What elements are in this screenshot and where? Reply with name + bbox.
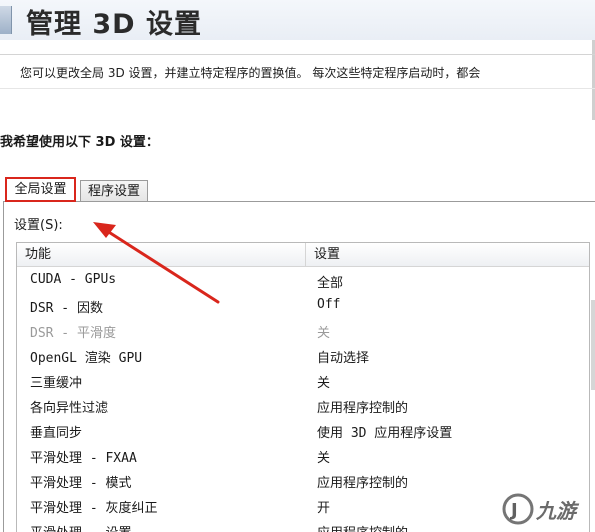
- table-scrollbar[interactable]: [591, 300, 595, 390]
- feature-cell: 平滑处理 - 灰度纠正: [30, 501, 158, 516]
- setting-cell[interactable]: Off: [317, 297, 340, 312]
- table-row[interactable]: 各向异性过滤 应用程序控制的: [17, 393, 589, 418]
- page-title: 管理 3D 设置: [26, 9, 202, 40]
- feature-cell: 三重缓冲: [30, 376, 83, 391]
- table-header: 功能 设置: [17, 243, 589, 267]
- feature-cell: 平滑处理 - 模式: [30, 476, 132, 491]
- tab-global-settings[interactable]: 全局设置: [5, 177, 76, 202]
- setting-cell[interactable]: 应用程序控制的: [317, 522, 408, 532]
- feature-cell: DSR - 因数: [30, 301, 103, 316]
- page-description: 您可以更改全局 3D 设置，并建立特定程序的置换值。 每次这些特定程序启动时，都…: [20, 66, 481, 80]
- table-row[interactable]: 平滑处理 - FXAA 关: [17, 443, 589, 468]
- feature-cell: 平滑处理 - 设置: [30, 522, 131, 532]
- setting-cell[interactable]: 全部: [317, 272, 343, 291]
- feature-cell: 各向异性过滤: [30, 401, 109, 416]
- watermark-text: 九游: [536, 499, 576, 523]
- nvidia-panel-icon: [0, 6, 12, 34]
- setting-cell[interactable]: 使用 3D 应用程序设置: [317, 422, 452, 441]
- header-divider: [0, 54, 595, 55]
- setting-cell: 关: [317, 326, 331, 341]
- setting-cell[interactable]: 自动选择: [317, 347, 369, 366]
- description-divider: [0, 88, 595, 89]
- feature-cell: DSR - 平滑度: [30, 326, 116, 341]
- tab-program-settings[interactable]: 程序设置: [80, 180, 148, 202]
- watermark-logo-icon: J 九游: [500, 485, 595, 532]
- setting-cell[interactable]: 应用程序控制的: [317, 397, 408, 416]
- table-row[interactable]: 三重缓冲 关: [17, 368, 589, 393]
- column-header-feature[interactable]: 功能: [17, 243, 306, 267]
- feature-cell: 垂直同步: [30, 426, 83, 441]
- feature-cell: 平滑处理 - FXAA: [30, 451, 137, 466]
- table-row: DSR - 平滑度 关: [17, 318, 589, 343]
- setting-cell[interactable]: 关: [317, 372, 330, 391]
- setting-cell[interactable]: 关: [317, 447, 330, 466]
- svg-text:J: J: [509, 500, 518, 521]
- table-row[interactable]: DSR - 因数 Off: [17, 293, 589, 318]
- header-band: 管理 3D 设置: [0, 0, 595, 40]
- table-row[interactable]: CUDA - GPUs 全部: [17, 268, 589, 293]
- table-row[interactable]: 垂直同步 使用 3D 应用程序设置: [17, 418, 589, 443]
- section-label: 我希望使用以下 3D 设置：: [0, 135, 159, 150]
- settings-label: 设置(S):: [14, 218, 63, 233]
- column-header-setting[interactable]: 设置: [306, 243, 589, 267]
- feature-cell: OpenGL 渲染 GPU: [30, 351, 143, 366]
- feature-cell: CUDA - GPUs: [30, 272, 117, 287]
- setting-cell[interactable]: 开: [317, 497, 330, 516]
- setting-cell[interactable]: 应用程序控制的: [317, 472, 408, 491]
- table-row[interactable]: OpenGL 渲染 GPU 自动选择: [17, 343, 589, 368]
